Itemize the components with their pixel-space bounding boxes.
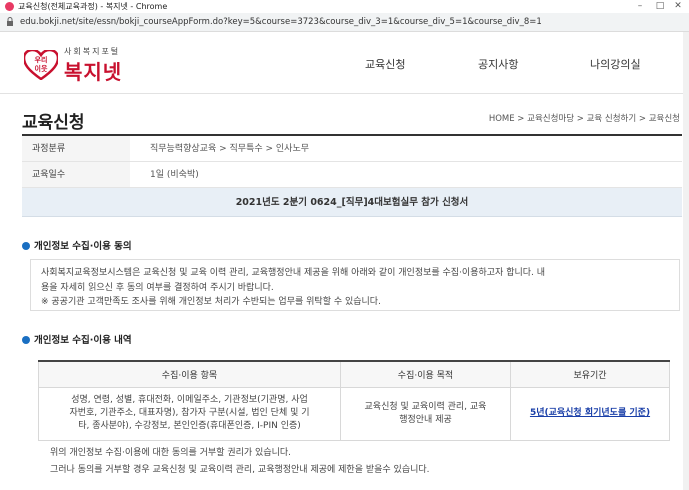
svg-text:이웃: 이웃	[35, 64, 48, 73]
retention-cell: 5년(교육신청 회기년도를 기준)	[510, 386, 670, 441]
consent-details-table: 수집·이용 항목 수집·이용 목적 보유기간 성명, 연령, 성별, 휴대전화,…	[38, 360, 670, 441]
form-title: 2021년도 2분기 0624_[직무]4대보험실무 참가 신청서	[22, 188, 682, 217]
info-label: 교육일수	[22, 162, 130, 187]
cell-text: 성명, 연령, 성별, 휴대전화, 이메일주소, 기관정보(기관명, 사업	[71, 395, 308, 405]
logo-name: 복지넷	[64, 60, 123, 84]
cell-text: 타, 종사분야), 수강정보, 본인인증(휴대폰인증, I-PIN 인증)	[78, 421, 301, 431]
consent-text: 용을 자세히 읽으신 후 동의 여부를 결정하여 주시기 바랍니다.	[41, 282, 274, 293]
consent-text: ※ 공공기관 고객만족도 조사를 위해 개인정보 처리가 수반되는 업무를 위탁…	[41, 297, 381, 307]
info-row: 교육일수 1일 (비숙박)	[22, 162, 682, 188]
bullet-icon	[22, 242, 30, 250]
column-header: 보유기간	[510, 361, 670, 388]
site-favicon-icon	[5, 2, 14, 11]
page-heading: 교육신청 HOME > 교육신청마당 > 교육 신청하기 > 교육신청	[22, 108, 682, 136]
minimize-icon[interactable]: –	[631, 0, 649, 13]
course-info-table: 과정분류 직무능력향상교육 > 직무특수 > 인사노무 교육일수 1일 (비숙박…	[22, 136, 682, 217]
refusal-text: 그러나 동의를 거부할 경우 교육신청 및 교육이력 관리, 교육행정안내 제공…	[50, 465, 430, 475]
breadcrumb: HOME > 교육신청마당 > 교육 신청하기 > 교육신청	[488, 114, 680, 124]
info-row: 과정분류 직무능력향상교육 > 직무특수 > 인사노무	[22, 136, 682, 162]
cell-text: 행정안내 제공	[399, 414, 452, 425]
retention-link[interactable]: 5년(교육신청 회기년도를 기준)	[530, 408, 650, 418]
maximize-icon[interactable]: □	[651, 0, 669, 13]
bullet-icon	[22, 336, 30, 344]
consent-heading: 개인정보 수집·이용 동의	[22, 238, 132, 252]
info-value: 1일 (비숙박)	[150, 170, 199, 180]
table-row: 성명, 연령, 성별, 휴대전화, 이메일주소, 기관정보(기관명, 사업 자번…	[38, 386, 670, 441]
details-heading-text: 개인정보 수집·이용 내역	[34, 335, 132, 346]
refusal-text: 위의 개인정보 수집·이용에 대한 동의를 거부할 권리가 있습니다.	[50, 448, 292, 458]
refusal-notice: 위의 개인정보 수집·이용에 대한 동의를 거부할 권리가 있습니다. 그러나 …	[38, 445, 670, 479]
details-heading: 개인정보 수집·이용 내역	[22, 332, 132, 346]
close-icon[interactable]: ✕	[669, 0, 687, 13]
cell-text: 자번호, 기관주소, 대표자명), 참가자 구분(시설, 법인 단체 및 기	[69, 408, 310, 418]
window-titlebar: 교육신청(전체교육과정) - 복지넷 - Chrome – □ ✕	[0, 0, 689, 13]
lock-icon	[7, 17, 13, 26]
nav-notice[interactable]: 공지사항	[478, 56, 518, 72]
url-text[interactable]: edu.bokji.net/site/essn/bokji_courseAppF…	[20, 16, 542, 28]
purpose-cell: 교육신청 및 교육이력 관리, 교육 행정안내 제공	[340, 386, 511, 441]
info-label: 과정분류	[22, 136, 130, 161]
column-header: 수집·이용 목적	[340, 361, 511, 388]
info-value: 직무능력향상교육 > 직무특수 > 인사노무	[150, 144, 310, 154]
page-title: 교육신청	[22, 113, 85, 133]
consent-notice-box: 사회복지교육정보시스템은 교육신청 및 교육 이력 관리, 교육행정안내 제공을…	[30, 259, 680, 311]
page-scrollbar[interactable]	[683, 32, 689, 490]
consent-heading-text: 개인정보 수집·이용 동의	[34, 241, 132, 252]
address-bar[interactable]: edu.bokji.net/site/essn/bokji_courseAppF…	[0, 13, 689, 32]
site-header: 우리 이웃 사회복지포털 복지넷 교육신청 공지사항 나의강의실	[0, 32, 689, 94]
collected-items-cell: 성명, 연령, 성별, 휴대전화, 이메일주소, 기관정보(기관명, 사업 자번…	[38, 386, 341, 441]
cell-text: 교육신청 및 교육이력 관리, 교육	[364, 401, 487, 412]
consent-text: 사회복지교육정보시스템은 교육신청 및 교육 이력 관리, 교육행정안내 제공을…	[41, 268, 546, 278]
nav-my-classroom[interactable]: 나의강의실	[590, 56, 641, 72]
site-logo[interactable]: 우리 이웃 사회복지포털 복지넷	[24, 46, 144, 84]
nav-apply[interactable]: 교육신청	[365, 56, 405, 72]
heart-logo-icon: 우리 이웃	[24, 50, 58, 80]
window-title: 교육신청(전체교육과정) - 복지넷 - Chrome	[18, 2, 168, 11]
table-header-row: 수집·이용 항목 수집·이용 목적 보유기간	[38, 361, 670, 388]
column-header: 수집·이용 항목	[38, 361, 341, 388]
svg-text:우리: 우리	[35, 55, 48, 64]
